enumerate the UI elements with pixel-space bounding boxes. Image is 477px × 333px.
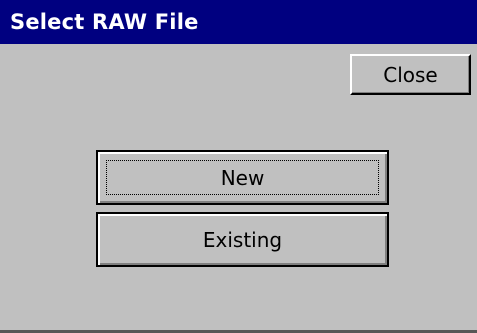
existing-button[interactable]: Existing (96, 212, 389, 267)
title-bar: Select RAW File (0, 0, 477, 44)
new-button-label: New (220, 165, 265, 190)
select-raw-file-dialog: Select RAW File Close New Existing (0, 0, 477, 333)
existing-button-label: Existing (202, 227, 283, 252)
window-title: Select RAW File (10, 10, 199, 34)
new-button[interactable]: New (96, 150, 389, 205)
close-button[interactable]: Close (350, 54, 471, 95)
close-button-label: Close (383, 62, 438, 87)
